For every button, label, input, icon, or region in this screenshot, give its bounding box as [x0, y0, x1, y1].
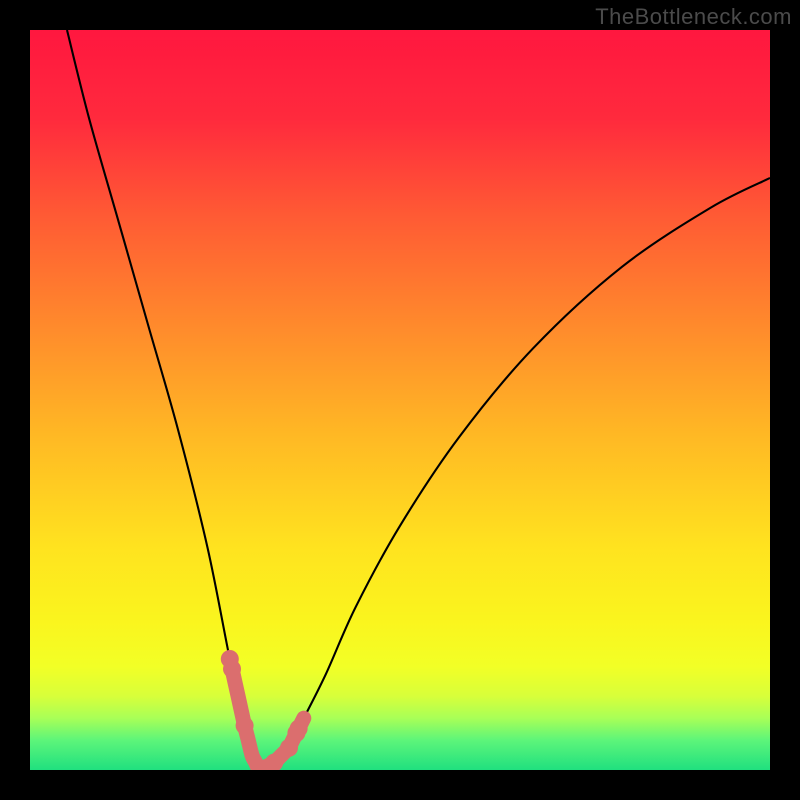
- highlight-dot: [223, 660, 241, 678]
- attribution-text: TheBottleneck.com: [595, 4, 792, 30]
- curve-path: [67, 30, 770, 770]
- highlight-dot: [236, 717, 254, 735]
- chart-frame: TheBottleneck.com: [0, 0, 800, 800]
- plot-area: [30, 30, 770, 770]
- bottleneck-curve: [30, 30, 770, 770]
- highlight-dot: [290, 720, 308, 738]
